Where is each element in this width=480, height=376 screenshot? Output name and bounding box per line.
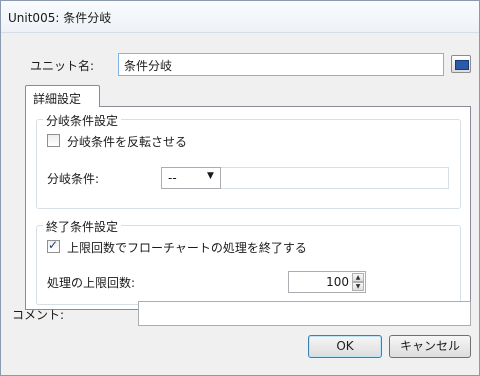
checkmark-icon: ✓ — [48, 238, 59, 252]
tab-label: 詳細設定 — [33, 92, 82, 106]
tab-panel: 分岐条件設定 分岐条件を反転させる 分岐条件: -- ▼ 終了条件設定 ✓ 上限… — [25, 106, 471, 310]
ok-button[interactable]: OK — [308, 335, 382, 358]
branch-condition-label: 分岐条件: — [47, 172, 100, 186]
max-count-value: 100 — [326, 275, 349, 289]
keyboard-icon — [455, 60, 469, 70]
limit-end-label: 上限回数でフローチャートの処理を終了する — [67, 241, 307, 255]
dialog-window: Unit005: 条件分岐 ユニット名: 条件分岐 詳細設定 分岐条件設定 分岐… — [0, 0, 480, 376]
unit-name-label: ユニット名: — [30, 59, 95, 73]
max-count-label: 処理の上限回数: — [47, 276, 136, 290]
comment-label: コメント: — [12, 308, 65, 322]
spinner-buttons: ▲ ▼ — [352, 273, 364, 291]
branch-condition-field-frame — [221, 167, 449, 189]
end-condition-group: 終了条件設定 ✓ 上限回数でフローチャートの処理を終了する 処理の上限回数: 1… — [36, 218, 461, 305]
max-count-spinner[interactable]: 100 ▲ ▼ — [288, 271, 366, 293]
title-bar[interactable]: Unit005: 条件分岐 — [1, 1, 479, 33]
cancel-button[interactable]: キャンセル — [389, 335, 471, 358]
branch-group-title: 分岐条件設定 — [43, 112, 122, 129]
comment-input[interactable] — [138, 301, 471, 326]
dialog-client-area: ユニット名: 条件分岐 詳細設定 分岐条件設定 分岐条件を反転させる 分岐条件:… — [7, 33, 473, 369]
branch-condition-group: 分岐条件設定 分岐条件を反転させる 分岐条件: -- ▼ — [36, 112, 461, 209]
tab-detail-settings[interactable]: 詳細設定 — [25, 85, 100, 107]
invert-condition-checkbox[interactable] — [47, 134, 60, 147]
branch-condition-dropdown[interactable]: -- ▼ — [161, 167, 221, 189]
end-group-title: 終了条件設定 — [43, 218, 122, 235]
keyboard-button[interactable] — [451, 55, 471, 73]
window-title: Unit005: 条件分岐 — [8, 11, 112, 25]
unit-name-input[interactable]: 条件分岐 — [118, 53, 444, 76]
branch-condition-value: -- — [168, 171, 177, 185]
chevron-down-icon: ▼ — [207, 171, 214, 181]
spin-down-icon[interactable]: ▼ — [352, 282, 364, 291]
limit-end-checkbox[interactable]: ✓ — [47, 238, 60, 253]
spin-up-icon[interactable]: ▲ — [352, 273, 364, 282]
invert-condition-label: 分岐条件を反転させる — [67, 135, 188, 149]
